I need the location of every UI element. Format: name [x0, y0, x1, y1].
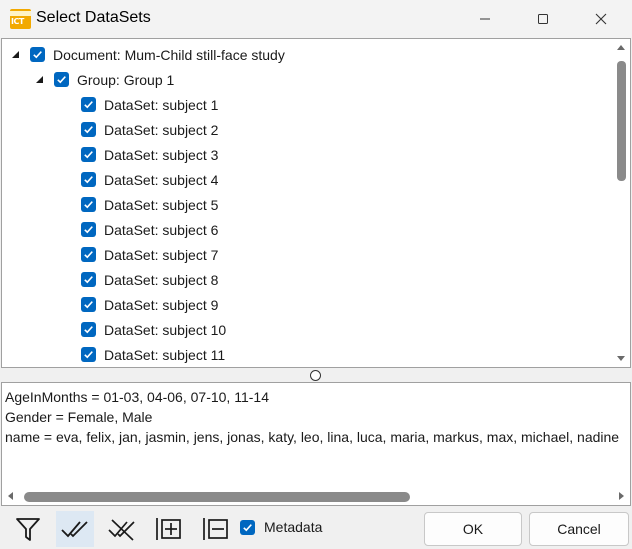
dataset-checkbox[interactable]	[81, 272, 96, 287]
dataset-checkbox[interactable]	[81, 97, 96, 112]
scrollbar-thumb[interactable]	[24, 492, 410, 502]
dataset-label: DataSet: subject 1	[104, 96, 219, 113]
metadata-checkbox[interactable]	[240, 519, 255, 535]
tree-node-dataset[interactable]: DataSet: subject 9	[81, 292, 218, 317]
scrollbar-thumb[interactable]	[617, 61, 626, 181]
collapse-all-icon	[203, 518, 228, 540]
minimize-icon	[480, 18, 490, 20]
uncheck-all-icon	[108, 519, 135, 541]
tree-node-dataset[interactable]: DataSet: subject 10	[81, 317, 226, 342]
close-icon	[595, 13, 607, 25]
document-label: Document: Mum-Child still-face study	[53, 46, 285, 63]
dataset-label: DataSet: subject 6	[104, 221, 219, 238]
close-button[interactable]	[572, 0, 630, 38]
checkmark-icon	[33, 51, 42, 59]
dataset-checkbox[interactable]	[81, 247, 96, 262]
checkmark-icon	[57, 76, 66, 84]
dataset-label: DataSet: subject 2	[104, 121, 219, 138]
group-label: Group: Group 1	[77, 71, 175, 88]
metadata-label: Metadata	[264, 519, 323, 535]
select-all-button[interactable]	[56, 511, 94, 547]
dataset-label: DataSet: subject 10	[104, 321, 227, 338]
maximize-icon	[538, 14, 548, 24]
group-checkbox[interactable]	[54, 72, 69, 87]
tree-vertical-scrollbar[interactable]	[613, 39, 630, 367]
filter-button[interactable]	[9, 511, 47, 547]
dataset-checkbox[interactable]	[81, 297, 96, 312]
cancel-button[interactable]: Cancel	[529, 512, 629, 546]
scroll-up-icon[interactable]	[617, 45, 625, 50]
dataset-label: DataSet: subject 8	[104, 271, 219, 288]
expand-triangle-icon[interactable]	[36, 76, 43, 83]
panel-splitter[interactable]	[1, 369, 631, 382]
dataset-checkbox[interactable]	[81, 197, 96, 212]
checkmark-icon	[84, 326, 93, 334]
metadata-toggle[interactable]: Metadata	[240, 519, 322, 535]
expand-triangle-icon[interactable]	[12, 51, 19, 58]
tree-node-document[interactable]: Document: Mum-Child still-face study	[12, 42, 285, 67]
minimize-button[interactable]	[456, 0, 514, 38]
tree-node-dataset[interactable]: DataSet: subject 8	[81, 267, 218, 292]
tree-node-dataset[interactable]: DataSet: subject 11	[81, 342, 225, 367]
dataset-tree[interactable]: Document: Mum-Child still-face study Gro…	[1, 38, 631, 368]
metadata-horizontal-scrollbar[interactable]	[2, 488, 630, 505]
window-title: Select DataSets	[36, 9, 151, 26]
tree-node-dataset[interactable]: DataSet: subject 4	[81, 167, 218, 192]
checkmark-icon	[84, 151, 93, 159]
tree-node-dataset[interactable]: DataSet: subject 3	[81, 142, 218, 167]
checkmark-icon	[84, 301, 93, 309]
dataset-checkbox[interactable]	[81, 147, 96, 162]
dataset-checkbox[interactable]	[81, 222, 96, 237]
app-logo-icon: ICT	[10, 9, 31, 29]
tree-node-dataset[interactable]: DataSet: subject 7	[81, 242, 218, 267]
dataset-label: DataSet: subject 9	[104, 296, 219, 313]
metadata-line: Gender = Female, Male	[5, 409, 153, 425]
checkmark-icon	[84, 251, 93, 259]
checkmark-icon	[84, 126, 93, 134]
checkmark-icon	[84, 176, 93, 184]
checkmark-icon	[84, 351, 93, 359]
scroll-left-icon[interactable]	[8, 492, 13, 500]
tree-node-dataset[interactable]: DataSet: subject 2	[81, 117, 218, 142]
dataset-label: DataSet: subject 5	[104, 196, 219, 213]
tree-node-dataset[interactable]: DataSet: subject 5	[81, 192, 218, 217]
checkmark-icon	[84, 276, 93, 284]
title-bar: ICT Select DataSets	[0, 0, 632, 38]
ok-button[interactable]: OK	[424, 512, 522, 546]
splitter-handle-icon[interactable]	[310, 370, 321, 381]
dataset-checkbox[interactable]	[81, 322, 96, 337]
checkmark-icon	[84, 101, 93, 109]
metadata-line: AgeInMonths = 01-03, 04-06, 07-10, 11-14	[5, 389, 269, 405]
expand-all-button[interactable]	[150, 511, 188, 547]
dataset-checkbox[interactable]	[81, 172, 96, 187]
expand-all-icon	[156, 518, 181, 540]
collapse-all-button[interactable]	[197, 511, 235, 547]
scroll-down-icon[interactable]	[617, 356, 625, 361]
metadata-summary-panel: AgeInMonths = 01-03, 04-06, 07-10, 11-14…	[1, 382, 631, 506]
dataset-checkbox[interactable]	[81, 347, 96, 362]
tree-node-dataset[interactable]: DataSet: subject 1	[81, 92, 218, 117]
dataset-checkbox[interactable]	[81, 122, 96, 137]
checkmark-icon	[84, 226, 93, 234]
filter-icon	[16, 518, 40, 541]
bottom-toolbar: Metadata OK Cancel	[0, 508, 632, 549]
dataset-label: DataSet: subject 3	[104, 146, 219, 163]
dataset-label: DataSet: subject 7	[104, 246, 219, 263]
maximize-button[interactable]	[514, 0, 572, 38]
checkmark-icon	[243, 523, 252, 531]
document-checkbox[interactable]	[30, 47, 45, 62]
tree-node-group[interactable]: Group: Group 1	[36, 67, 174, 92]
dataset-label: DataSet: subject 11	[104, 346, 226, 363]
metadata-line: name = eva, felix, jan, jasmin, jens, jo…	[5, 429, 620, 445]
deselect-all-button[interactable]	[103, 511, 141, 547]
double-check-icon	[61, 521, 88, 538]
tree-node-dataset[interactable]: DataSet: subject 6	[81, 217, 218, 242]
dataset-label: DataSet: subject 4	[104, 171, 219, 188]
scroll-right-icon[interactable]	[619, 492, 624, 500]
checkmark-icon	[84, 201, 93, 209]
